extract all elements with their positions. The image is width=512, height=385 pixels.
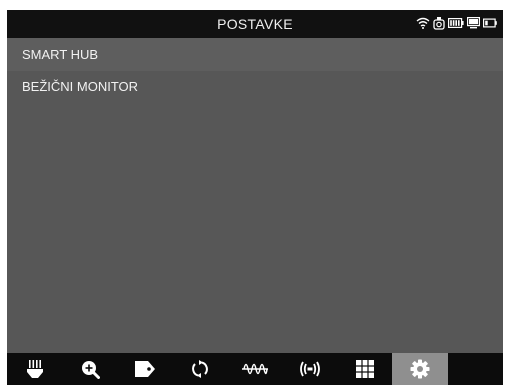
small-battery-icon bbox=[483, 18, 497, 28]
bottom-toolbar bbox=[7, 353, 503, 385]
waveform-button[interactable] bbox=[227, 353, 282, 385]
settings-menu: SMART HUB BEŽIČNI MONITOR bbox=[7, 38, 503, 102]
rotate-button[interactable] bbox=[172, 353, 227, 385]
tag-button[interactable] bbox=[117, 353, 172, 385]
brush-button[interactable] bbox=[7, 353, 62, 385]
status-bar bbox=[416, 16, 497, 30]
menu-item-wireless-monitor[interactable]: BEŽIČNI MONITOR bbox=[7, 71, 503, 102]
grid-icon bbox=[355, 360, 374, 378]
grid-button[interactable] bbox=[337, 353, 392, 385]
wifi-icon bbox=[416, 17, 430, 29]
waveform-icon bbox=[241, 361, 268, 377]
brush-icon bbox=[25, 359, 45, 379]
settings-icon bbox=[410, 359, 430, 379]
settings-screen: POSTAVKE SMART HUB BEŽIČNI MONITOR bbox=[7, 10, 503, 385]
zoom-in-icon bbox=[80, 359, 100, 379]
title-bar: POSTAVKE bbox=[7, 10, 503, 38]
menu-item-smart-hub[interactable]: SMART HUB bbox=[7, 38, 503, 71]
rotate-icon bbox=[190, 359, 210, 379]
monitor-icon bbox=[467, 17, 480, 29]
battery-icon bbox=[448, 18, 464, 28]
wireless-icon bbox=[298, 360, 322, 378]
tag-icon bbox=[134, 360, 156, 378]
zoom-in-button[interactable] bbox=[62, 353, 117, 385]
wireless-button[interactable] bbox=[282, 353, 337, 385]
settings-button[interactable] bbox=[392, 353, 448, 385]
camera-icon bbox=[433, 16, 445, 30]
